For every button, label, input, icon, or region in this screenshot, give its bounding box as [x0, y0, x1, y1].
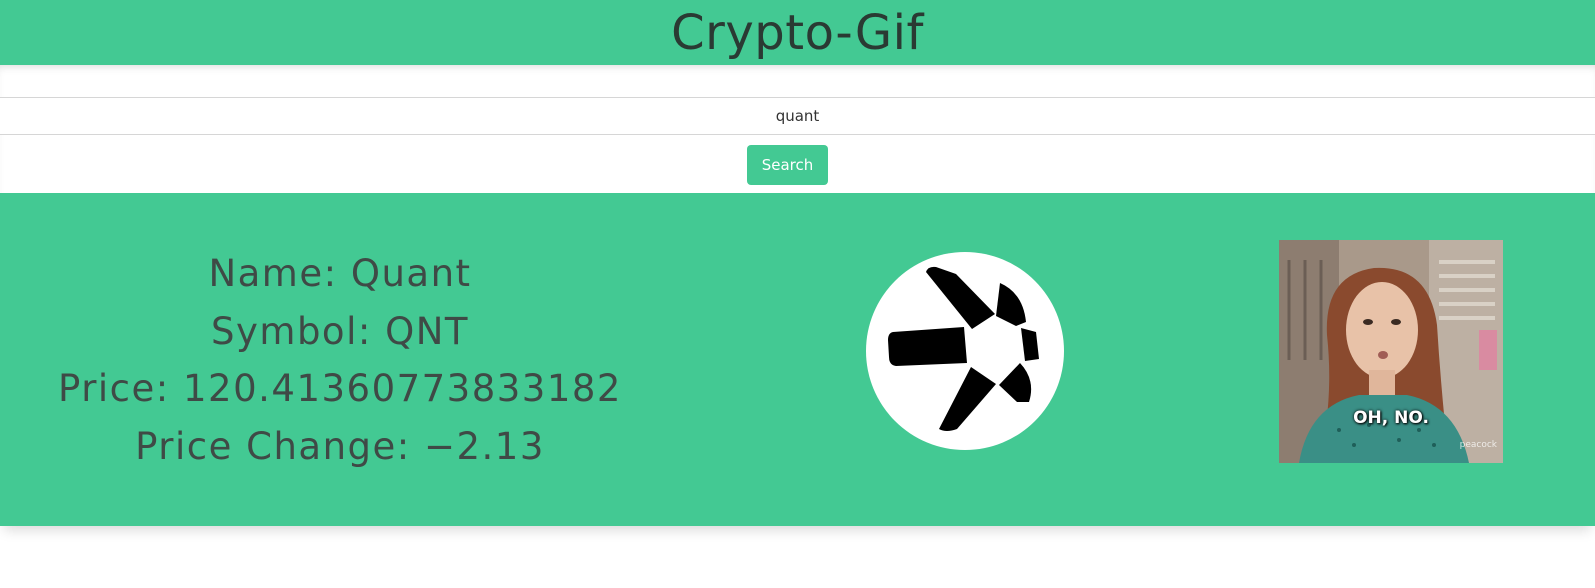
coin-name: Name: Quant: [208, 252, 472, 295]
coin-result-panel: Name: Quant Symbol: QNT Price: 120.41360…: [0, 193, 1595, 526]
coin-price: Price: 120.41360773833182: [58, 367, 622, 410]
coin-info: Name: Quant Symbol: QNT Price: 120.41360…: [40, 245, 640, 475]
app-header: Crypto-Gif: [0, 0, 1595, 65]
quant-logo-icon: [888, 266, 1039, 431]
reaction-gif-image: [1279, 240, 1503, 463]
gif-caption: OH, NO.: [1353, 408, 1429, 428]
app-title: Crypto-Gif: [671, 5, 924, 61]
coin-logo: [866, 252, 1064, 450]
search-input[interactable]: [0, 97, 1595, 135]
search-area: Search: [0, 65, 1595, 193]
reaction-gif: OH, NO. peacock: [1279, 240, 1503, 463]
coin-price-change: Price Change: −2.13: [135, 424, 545, 468]
coin-symbol: Symbol: QNT: [211, 309, 469, 353]
gif-watermark: peacock: [1459, 440, 1497, 450]
search-button[interactable]: Search: [747, 145, 828, 185]
